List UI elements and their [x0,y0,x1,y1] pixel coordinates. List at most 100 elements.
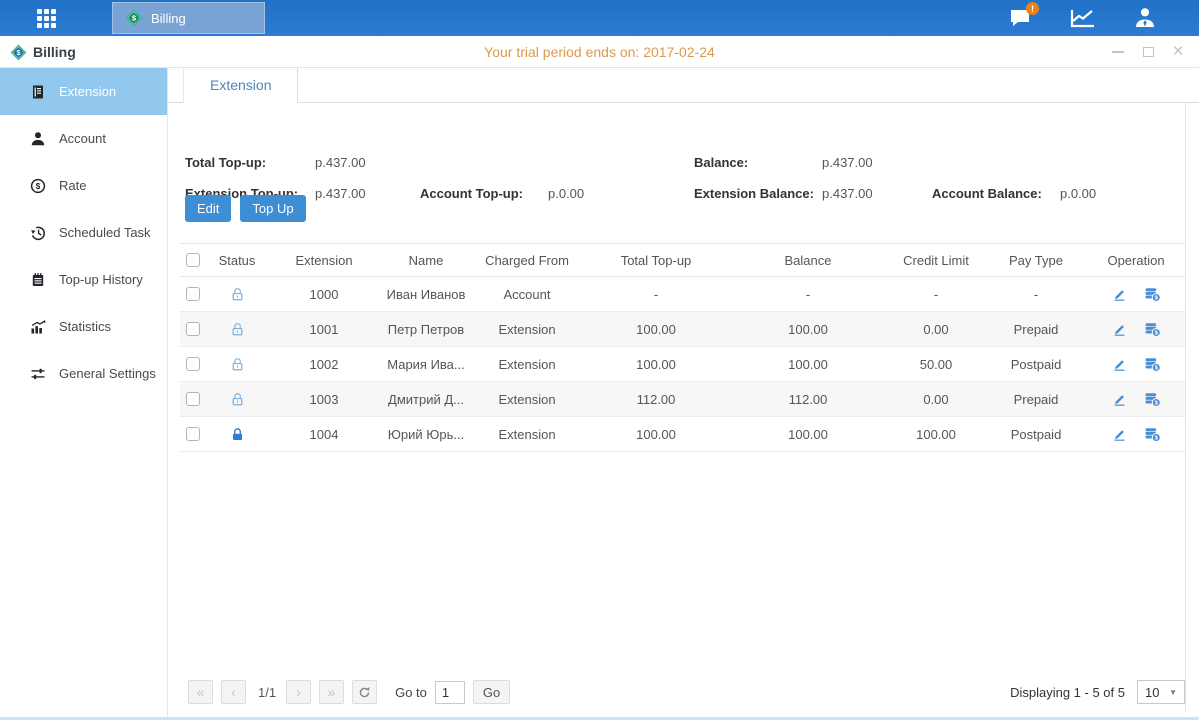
row-checkbox[interactable] [186,357,200,371]
topbar-right: ! [1007,0,1159,36]
cell-pay-type: Prepaid [986,382,1086,416]
cell-extension: 1000 [268,277,380,311]
lock-open-icon [230,392,245,407]
cell-pay-type: Postpaid [986,347,1086,381]
svg-text:$: $ [36,182,41,191]
col-extension: Extension [268,244,380,276]
refresh-button[interactable] [352,680,377,704]
total-topup-value: p.437.00 [315,155,366,170]
prev-page-button[interactable]: ‹ [221,680,246,704]
user-icon[interactable] [1131,5,1159,31]
taskbar-tab-billing[interactable]: $ Billing [112,2,265,34]
cell-balance: 100.00 [730,347,886,381]
first-page-button[interactable]: « [188,680,213,704]
sidebar-item-general-settings[interactable]: General Settings [0,350,167,397]
cell-total-topup: 100.00 [582,312,730,346]
tab-extension[interactable]: Extension [183,68,298,103]
edit-button[interactable]: Edit [185,195,231,222]
select-all-checkbox[interactable] [186,253,200,267]
goto-page-input[interactable] [435,681,465,704]
cell-name: Петр Петров [380,312,472,346]
cell-balance: - [730,277,886,311]
row-checkbox[interactable] [186,322,200,336]
lock-open-icon [230,287,245,302]
refresh-icon [358,686,371,699]
sidebar-item-topup-history[interactable]: Top-up History [0,256,167,303]
row-checkbox[interactable] [186,392,200,406]
col-operation: Operation [1086,244,1186,276]
edit-icon[interactable] [1112,427,1127,442]
sidebar-item-statistics[interactable]: Statistics [0,303,167,350]
table-row: 1004 Юрий Юрь... Extension 100.00 100.00… [180,417,1186,452]
top-up-button[interactable]: Top Up [240,195,305,222]
cell-pay-type: Postpaid [986,417,1086,451]
cell-charged-from: Extension [472,417,582,451]
col-status: Status [206,244,268,276]
edit-icon[interactable] [1112,322,1127,337]
account-balance-label: Account Balance: [932,186,1042,201]
total-topup-label: Total Top-up: [185,155,266,170]
topup-coins-icon[interactable]: $ [1144,357,1161,372]
close-button[interactable]: × [1171,45,1185,59]
row-checkbox[interactable] [186,427,200,441]
sidebar: Extension Account $ Rate Scheduled Task … [0,68,168,717]
edit-icon[interactable] [1112,357,1127,372]
col-balance: Balance [730,244,886,276]
sidebar-item-account[interactable]: Account [0,115,167,162]
scheduled-task-icon [30,225,46,241]
topup-coins-icon[interactable]: $ [1144,322,1161,337]
notifications-icon[interactable]: ! [1007,5,1035,31]
sidebar-item-extension[interactable]: Extension [0,68,167,115]
cell-total-topup: - [582,277,730,311]
col-charged-from: Charged From [472,244,582,276]
displaying-text: Displaying 1 - 5 of 5 [1010,685,1125,700]
topup-coins-icon[interactable]: $ [1144,287,1161,302]
next-page-button[interactable]: › [286,680,311,704]
cell-name: Мария Ива... [380,347,472,381]
cell-extension: 1001 [268,312,380,346]
topup-coins-icon[interactable]: $ [1144,427,1161,442]
balance-value: p.437.00 [822,155,873,170]
maximize-button[interactable] [1141,45,1155,59]
table-body: 1000 Иван Иванов Account - - - - $ 1001 … [180,277,1186,452]
last-page-button[interactable]: » [319,680,344,704]
cell-extension: 1004 [268,417,380,451]
app-grid-icon[interactable] [37,9,69,28]
svg-text:$: $ [132,14,137,23]
cell-pay-type: - [986,277,1086,311]
page-indicator: 1/1 [258,685,276,700]
cell-credit-limit: 50.00 [886,347,986,381]
edit-icon[interactable] [1112,287,1127,302]
col-pay-type: Pay Type [986,244,1086,276]
tab-strip: Extension [168,68,1199,103]
edit-icon[interactable] [1112,392,1127,407]
action-buttons: Edit Top Up [185,195,306,222]
extension-table: Status Extension Name Charged From Total… [180,243,1186,452]
table-row: 1001 Петр Петров Extension 100.00 100.00… [180,312,1186,347]
sidebar-item-rate[interactable]: $ Rate [0,162,167,209]
resource-monitor-icon[interactable] [1069,5,1097,31]
cell-total-topup: 112.00 [582,382,730,416]
cell-credit-limit: 100.00 [886,417,986,451]
sidebar-item-scheduled-task[interactable]: Scheduled Task [0,209,167,256]
table-row: 1000 Иван Иванов Account - - - - $ [180,277,1186,312]
lock-open-icon [230,322,245,337]
go-button[interactable]: Go [473,680,510,704]
main-content: Extension Total Top-up: p.437.00 Balance… [168,68,1199,717]
topup-history-icon [30,272,46,288]
cell-balance: 100.00 [730,417,886,451]
cell-credit-limit: - [886,277,986,311]
topup-coins-icon[interactable]: $ [1144,392,1161,407]
rate-icon: $ [30,178,46,194]
cell-extension: 1002 [268,347,380,381]
page-size-select[interactable]: 10 ▼ [1137,680,1185,704]
billing-icon: $ [10,44,27,61]
cell-charged-from: Extension [472,312,582,346]
notification-badge: ! [1026,2,1039,15]
minimize-button[interactable] [1111,45,1125,59]
cell-pay-type: Prepaid [986,312,1086,346]
summary-panel: Total Top-up: p.437.00 Balance: p.437.00… [168,103,1199,213]
extension-balance-label: Extension Balance: [694,186,814,201]
row-checkbox[interactable] [186,287,200,301]
cell-balance: 100.00 [730,312,886,346]
